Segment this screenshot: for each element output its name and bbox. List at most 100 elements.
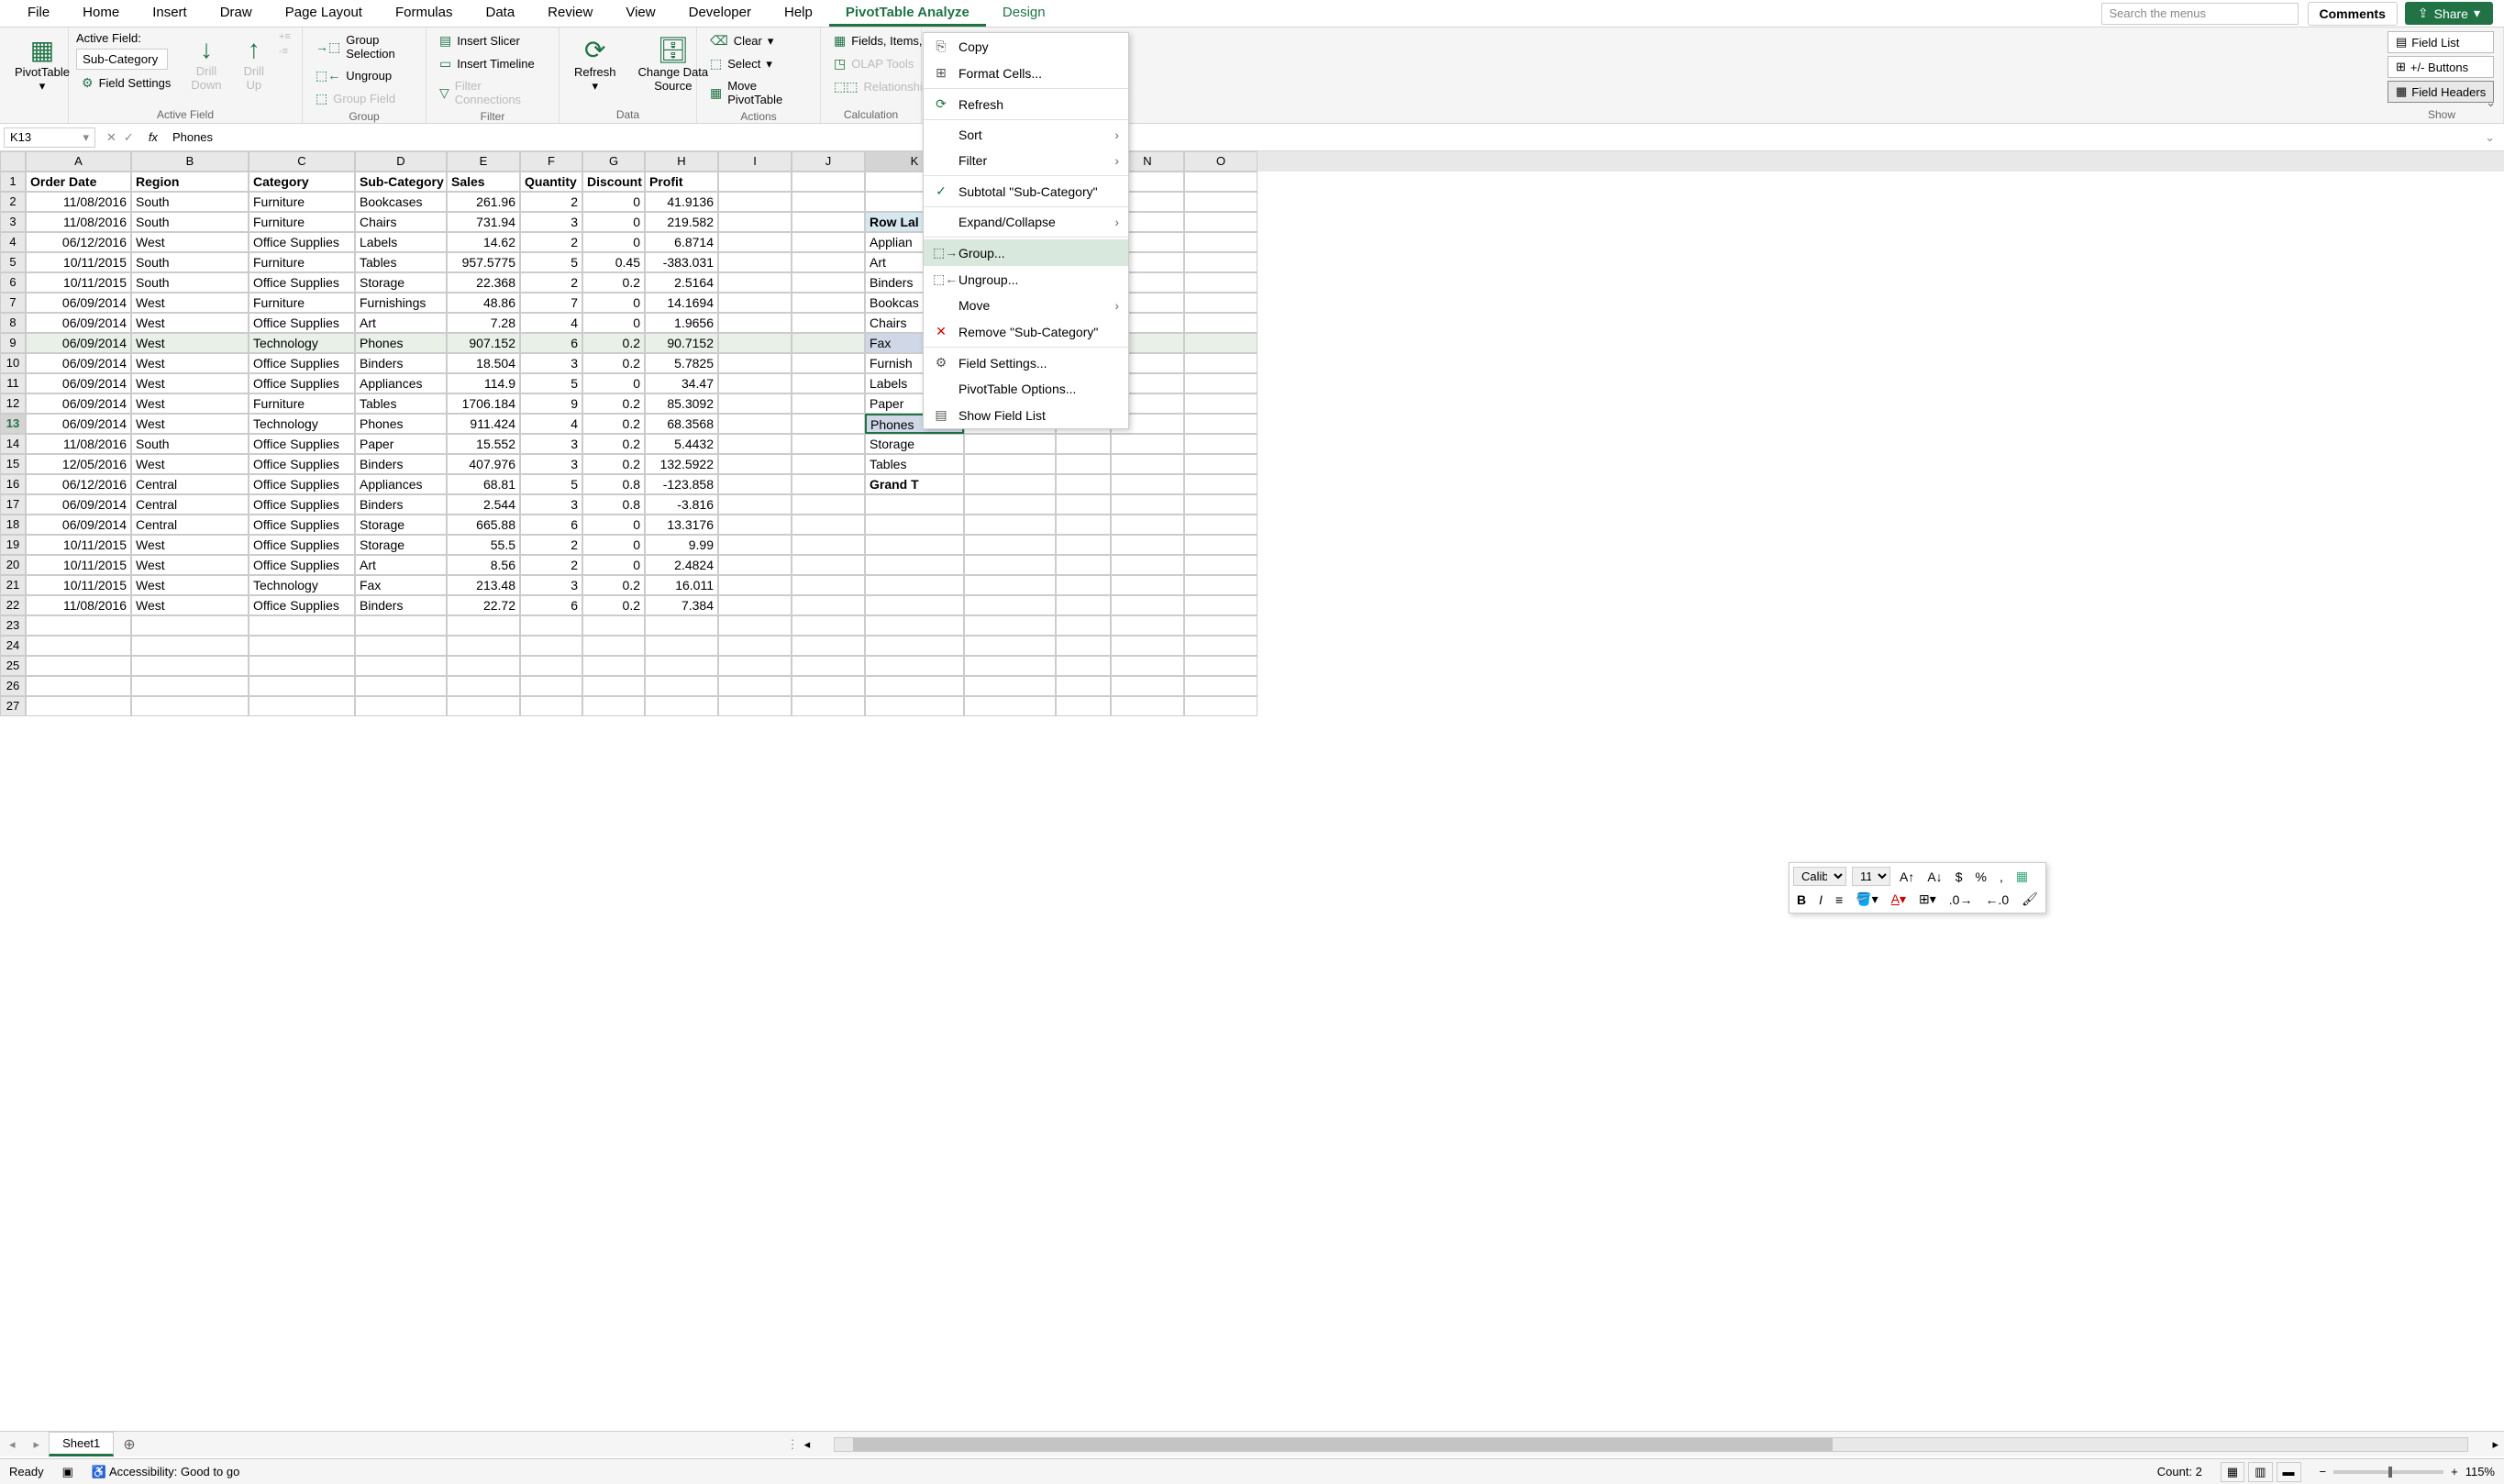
cell-D3[interactable]: Chairs [355,212,447,232]
cell-J26[interactable] [792,676,865,696]
cell-H17[interactable]: -3.816 [645,494,718,515]
cell-B23[interactable] [131,615,249,636]
cell-H11[interactable]: 34.47 [645,373,718,393]
cell-H18[interactable]: 13.3176 [645,515,718,535]
cell-I22[interactable] [718,595,792,615]
insert-timeline-button[interactable]: ▭Insert Timeline [434,54,551,73]
cell-I6[interactable] [718,272,792,293]
cm-format-cells[interactable]: ⊞Format Cells... [924,60,1128,86]
cell-A25[interactable] [26,656,131,676]
row-header-7[interactable]: 7 [0,293,26,313]
cell-C1[interactable]: Category [249,172,355,192]
cell-C20[interactable]: Office Supplies [249,555,355,575]
cell-J11[interactable] [792,373,865,393]
cell-O3[interactable] [1184,212,1258,232]
cell-B7[interactable]: West [131,293,249,313]
cell-A12[interactable]: 06/09/2014 [26,393,131,414]
cell-B6[interactable]: South [131,272,249,293]
cell-N20[interactable] [1111,555,1184,575]
cell-B24[interactable] [131,636,249,656]
cm-ungroup[interactable]: ⬚←Ungroup... [924,266,1128,293]
sheet-nav-next[interactable]: ▸ [25,1437,50,1452]
row-header-18[interactable]: 18 [0,515,26,535]
cell-F11[interactable]: 5 [520,373,582,393]
cell-E27[interactable] [447,696,520,716]
cell-M24[interactable] [1056,636,1111,656]
font-select[interactable]: Calibri [1793,867,1846,886]
row-header-22[interactable]: 22 [0,595,26,615]
cell-D23[interactable] [355,615,447,636]
row-header-4[interactable]: 4 [0,232,26,252]
cell-C19[interactable]: Office Supplies [249,535,355,555]
percent-icon[interactable]: % [1971,868,1989,886]
cell-K23[interactable] [865,615,964,636]
normal-view-button[interactable]: ▦ [2221,1462,2244,1482]
cell-G25[interactable] [582,656,645,676]
cell-H8[interactable]: 1.9656 [645,313,718,333]
cell-J20[interactable] [792,555,865,575]
cell-J19[interactable] [792,535,865,555]
zoom-slider[interactable] [2333,1470,2443,1474]
cm-remove[interactable]: ✕Remove "Sub-Category" [924,318,1128,345]
align-icon[interactable]: ≡ [1832,891,1846,909]
cell-L25[interactable] [964,656,1056,676]
cell-G16[interactable]: 0.8 [582,474,645,494]
format-painter-icon[interactable]: 🖌 [2018,890,2042,909]
cell-N16[interactable] [1111,474,1184,494]
cell-A11[interactable]: 06/09/2014 [26,373,131,393]
cell-D10[interactable]: Binders [355,353,447,373]
cell-I13[interactable] [718,414,792,434]
row-header-11[interactable]: 11 [0,373,26,393]
cell-J24[interactable] [792,636,865,656]
cell-K24[interactable] [865,636,964,656]
cell-A21[interactable]: 10/11/2015 [26,575,131,595]
cell-M18[interactable] [1056,515,1111,535]
cell-F18[interactable]: 6 [520,515,582,535]
field-headers-toggle[interactable]: ▦Field Headers [2388,81,2494,103]
cell-H27[interactable] [645,696,718,716]
tab-review[interactable]: Review [531,1,609,27]
cell-E17[interactable]: 2.544 [447,494,520,515]
cm-refresh[interactable]: ⟳Refresh [924,91,1128,117]
cell-A17[interactable]: 06/09/2014 [26,494,131,515]
cell-G27[interactable] [582,696,645,716]
cell-H14[interactable]: 5.4432 [645,434,718,454]
formula-expand-icon[interactable]: ⌄ [2476,130,2504,145]
group-selection-button[interactable]: →⬚Group Selection [310,31,418,62]
cell-B9[interactable]: West [131,333,249,353]
col-header-B[interactable]: B [131,151,249,172]
cell-G11[interactable]: 0 [582,373,645,393]
cell-E21[interactable]: 213.48 [447,575,520,595]
cell-A1[interactable]: Order Date [26,172,131,192]
confirm-formula-icon[interactable]: ✓ [124,130,134,145]
cell-B21[interactable]: West [131,575,249,595]
cell-N27[interactable] [1111,696,1184,716]
cell-G22[interactable]: 0.2 [582,595,645,615]
cell-O16[interactable] [1184,474,1258,494]
fill-color-icon[interactable]: 🪣▾ [1852,890,1881,909]
cell-I24[interactable] [718,636,792,656]
cell-B22[interactable]: West [131,595,249,615]
cell-L15[interactable] [964,454,1056,474]
col-header-I[interactable]: I [718,151,792,172]
cell-O4[interactable] [1184,232,1258,252]
ribbon-collapse-icon[interactable]: ⌄ [2486,95,2496,110]
cell-F7[interactable]: 7 [520,293,582,313]
cell-J18[interactable] [792,515,865,535]
cell-M25[interactable] [1056,656,1111,676]
row-header-24[interactable]: 24 [0,636,26,656]
cell-L16[interactable] [964,474,1056,494]
cell-K25[interactable] [865,656,964,676]
row-header-15[interactable]: 15 [0,454,26,474]
cell-C22[interactable]: Office Supplies [249,595,355,615]
row-header-13[interactable]: 13 [0,414,26,434]
cell-J15[interactable] [792,454,865,474]
cell-I12[interactable] [718,393,792,414]
cell-K20[interactable] [865,555,964,575]
cell-M20[interactable] [1056,555,1111,575]
cell-A23[interactable] [26,615,131,636]
cell-N17[interactable] [1111,494,1184,515]
row-header-17[interactable]: 17 [0,494,26,515]
tab-pivottable-analyze[interactable]: PivotTable Analyze [829,1,986,27]
cell-B12[interactable]: West [131,393,249,414]
